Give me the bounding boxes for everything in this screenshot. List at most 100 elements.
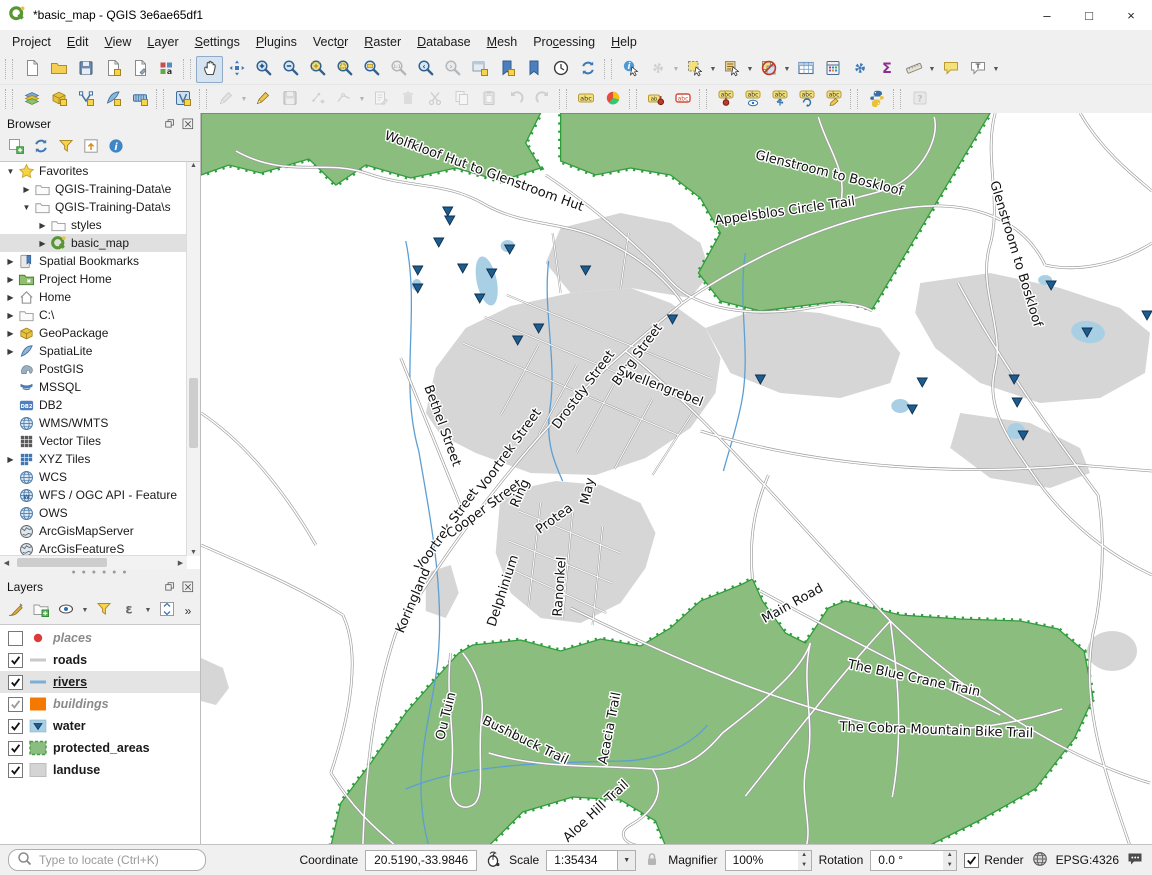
locator-search[interactable]: Type to locate (Ctrl+K) xyxy=(8,849,206,871)
copy-button[interactable] xyxy=(448,86,475,113)
new-shapefile-button[interactable] xyxy=(72,86,99,113)
browser-item-vector-tiles[interactable]: Vector Tiles xyxy=(0,432,187,450)
expand-collapse-button[interactable] xyxy=(156,600,178,622)
refresh-button[interactable] xyxy=(30,137,52,159)
panel-splitter[interactable]: ● ● ● ● ● ● xyxy=(0,569,200,576)
run-action-button[interactable] xyxy=(644,56,671,83)
crs-globe-icon[interactable] xyxy=(1031,850,1049,871)
pin-labels-button[interactable]: ab xyxy=(642,86,669,113)
attribute-table-button[interactable] xyxy=(792,56,819,83)
layer-item-places[interactable]: places xyxy=(0,627,200,649)
vertex-tool-dropdown-icon[interactable]: ▼ xyxy=(357,87,367,112)
expander-closed-icon[interactable]: ▶ xyxy=(4,293,17,302)
expression-dropdown-icon[interactable]: ▼ xyxy=(143,598,153,623)
layer-item-protected_areas[interactable]: protected_areas xyxy=(0,737,200,759)
messages-icon[interactable] xyxy=(1126,850,1144,871)
rotation-spinbox[interactable]: 0.0 ° ▲▼ xyxy=(870,850,957,871)
styling-button[interactable] xyxy=(5,600,27,622)
map-canvas[interactable]: Wolfkloof Hut to Glenstroom HutGlenstroo… xyxy=(201,113,1152,846)
highlight-labels-button[interactable]: abc xyxy=(669,86,696,113)
browser-item-spatialite[interactable]: ▶SpatiaLite xyxy=(0,342,187,360)
labeling-options-button[interactable]: abc xyxy=(572,86,599,113)
scroll-right-icon[interactable]: ▶ xyxy=(174,559,187,567)
toggle-editing-button[interactable] xyxy=(249,86,276,113)
expander-closed-icon[interactable]: ▶ xyxy=(4,275,17,284)
themes-button[interactable] xyxy=(55,600,77,622)
browser-item-wcs[interactable]: WCS xyxy=(0,468,187,486)
zoom-next-button[interactable]: › xyxy=(439,56,466,83)
toolbar-grip[interactable] xyxy=(893,89,901,109)
scrollbar-thumb[interactable] xyxy=(189,378,198,448)
zoom-full-button[interactable] xyxy=(304,56,331,83)
identify-button[interactable]: i xyxy=(617,56,644,83)
toolbar-grip[interactable] xyxy=(850,89,858,109)
zoom-layer-button[interactable] xyxy=(358,56,385,83)
deselect-dropdown-icon[interactable]: ▼ xyxy=(782,57,792,82)
scroll-up-icon[interactable]: ▲ xyxy=(187,162,200,169)
browser-item-project-home[interactable]: ▶Project Home xyxy=(0,270,187,288)
magnifier-spinner[interactable]: ▲▼ xyxy=(798,850,812,871)
expander-closed-icon[interactable]: ▶ xyxy=(20,185,33,194)
layers-float-button[interactable] xyxy=(163,580,177,594)
expression-button[interactable]: ε xyxy=(118,600,140,622)
select-form-button[interactable] xyxy=(718,56,745,83)
paste-button[interactable] xyxy=(475,86,502,113)
scale-combo[interactable]: 1:35434 ▼ xyxy=(546,850,636,871)
layer-item-rivers[interactable]: rivers xyxy=(0,671,200,693)
menu-raster[interactable]: Raster xyxy=(356,32,409,52)
select-form-dropdown-icon[interactable]: ▼ xyxy=(745,57,755,82)
label-rotate-button[interactable]: abc xyxy=(793,86,820,113)
render-checkbox[interactable] xyxy=(964,853,979,868)
scroll-left-icon[interactable]: ◀ xyxy=(0,559,13,567)
style-manager-button[interactable]: a xyxy=(153,56,180,83)
redo-button[interactable] xyxy=(529,86,556,113)
new-virtual-button[interactable] xyxy=(169,86,196,113)
zoom-out-button[interactable] xyxy=(277,56,304,83)
browser-item-styles[interactable]: ▶styles xyxy=(0,216,187,234)
expander-closed-icon[interactable]: ▶ xyxy=(4,257,17,266)
toolbar-grip[interactable] xyxy=(629,89,637,109)
new-layout-button[interactable] xyxy=(99,56,126,83)
layer-item-landuse[interactable]: landuse xyxy=(0,759,200,781)
menu-settings[interactable]: Settings xyxy=(187,32,248,52)
expander-open-icon[interactable]: ▼ xyxy=(20,203,33,212)
label-show-button[interactable]: abc xyxy=(739,86,766,113)
rotation-value[interactable]: 0.0 ° xyxy=(870,850,943,871)
maximize-button[interactable]: □ xyxy=(1068,0,1110,30)
menu-processing[interactable]: Processing xyxy=(525,32,603,52)
toolbar-grip[interactable] xyxy=(5,89,13,109)
layer-checkbox[interactable] xyxy=(8,741,23,756)
browser-item-basic-map[interactable]: ▶basic_map xyxy=(0,234,187,252)
zoom-native-button[interactable]: 1:1 xyxy=(385,56,412,83)
coordinate-input[interactable]: 20.5190,-33.9846 xyxy=(365,850,477,871)
toolbar-grip[interactable] xyxy=(699,89,707,109)
info-button[interactable]: i xyxy=(105,137,127,159)
zoom-selection-button[interactable] xyxy=(331,56,358,83)
browser-float-button[interactable] xyxy=(163,117,177,131)
save-edits-button[interactable] xyxy=(276,86,303,113)
layer-checkbox[interactable] xyxy=(8,631,23,646)
save-project-button[interactable] xyxy=(72,56,99,83)
current-edits-dropdown-icon[interactable]: ▼ xyxy=(239,87,249,112)
new-spatialite-button[interactable] xyxy=(99,86,126,113)
toolbar-grip[interactable] xyxy=(559,89,567,109)
zoom-in-button[interactable] xyxy=(250,56,277,83)
minimize-button[interactable]: – xyxy=(1026,0,1068,30)
expander-closed-icon[interactable]: ▶ xyxy=(36,239,49,248)
extents-toggle-icon[interactable] xyxy=(484,850,502,871)
menu-view[interactable]: View xyxy=(96,32,139,52)
new-project-button[interactable] xyxy=(18,56,45,83)
browser-item-xyz-tiles[interactable]: ▶XYZ Tiles xyxy=(0,450,187,468)
scale-dropdown-icon[interactable]: ▼ xyxy=(617,850,636,871)
new-map-view-button[interactable] xyxy=(466,56,493,83)
browser-item-home[interactable]: ▶Home xyxy=(0,288,187,306)
menu-help[interactable]: Help xyxy=(603,32,645,52)
annotation-button[interactable]: T xyxy=(964,56,991,83)
pan-selection-button[interactable] xyxy=(223,56,250,83)
layer-checkbox[interactable] xyxy=(8,675,23,690)
label-change-button[interactable]: abc xyxy=(820,86,847,113)
menu-plugins[interactable]: Plugins xyxy=(248,32,305,52)
expander-closed-icon[interactable]: ▶ xyxy=(4,329,17,338)
themes-dropdown-icon[interactable]: ▼ xyxy=(80,598,90,623)
browser-item-favorites[interactable]: ▼Favorites xyxy=(0,162,187,180)
